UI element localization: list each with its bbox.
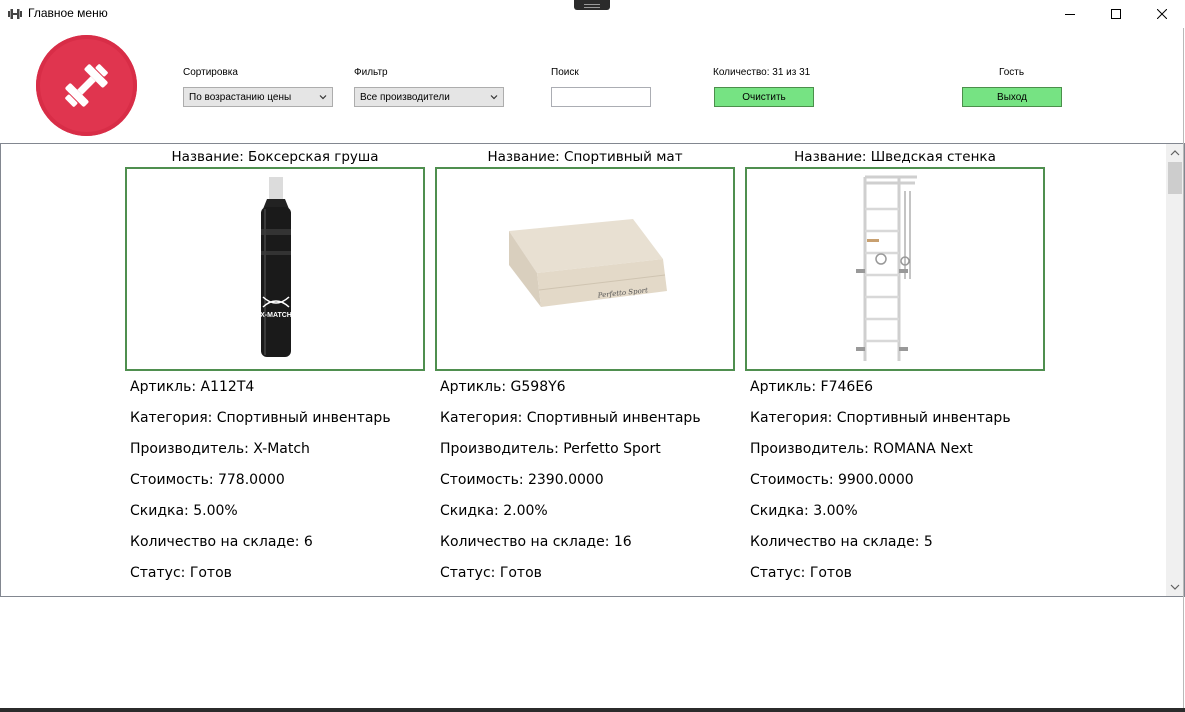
dumbbell-logo-icon xyxy=(65,64,108,107)
product-name: Название: Шведская стенка xyxy=(794,149,996,165)
product-discount: Скидка: 3.00% xyxy=(750,503,858,519)
sort-combobox[interactable]: По возрастанию цены xyxy=(183,87,333,107)
product-image: Perfetto Sport xyxy=(435,167,735,371)
product-status: Статус: Готов xyxy=(130,565,232,581)
product-manufacturer: Производитель: X-Match xyxy=(130,441,310,457)
product-name: Название: Спортивный мат xyxy=(487,149,683,165)
window-title: Главное меню xyxy=(28,6,108,20)
product-article: Артикль: А112Т4 xyxy=(130,379,255,395)
sport-mat-image: Perfetto Sport xyxy=(509,219,667,307)
chevron-down-icon xyxy=(490,95,498,100)
product-image xyxy=(745,167,1045,371)
maximize-icon xyxy=(1111,9,1121,19)
minimize-button[interactable] xyxy=(1047,0,1093,28)
product-name: Название: Боксерская груша xyxy=(171,149,379,165)
chevron-up-icon[interactable] xyxy=(1170,148,1180,158)
exit-button[interactable]: Выход xyxy=(962,87,1062,107)
app-logo xyxy=(36,35,137,136)
close-icon xyxy=(1157,9,1167,19)
vertical-scrollbar[interactable] xyxy=(1166,144,1184,596)
title-grip-handle[interactable] xyxy=(574,0,610,10)
search-input[interactable] xyxy=(551,87,651,107)
product-article: Артикль: G598Y6 xyxy=(440,379,566,395)
punching-bag-image: X-MATCH xyxy=(260,177,292,357)
chevron-down-icon[interactable] xyxy=(1170,582,1180,592)
filter-label: Фильтр xyxy=(354,67,388,78)
product-category: Категория: Спортивный инвентарь xyxy=(130,410,391,426)
product-article: Артикль: F746E6 xyxy=(750,379,874,395)
chevron-down-icon xyxy=(319,95,327,100)
minimize-icon xyxy=(1065,14,1075,15)
product-stock: Количество на складе: 6 xyxy=(130,534,313,550)
product-category: Категория: Спортивный инвентарь xyxy=(440,410,701,426)
user-role-label: Гость xyxy=(999,67,1025,78)
scrollbar-thumb[interactable] xyxy=(1168,162,1182,194)
dumbbell-icon xyxy=(8,9,22,19)
product-list[interactable]: Название: Боксерская груша X-MATCH Артик… xyxy=(0,143,1185,597)
filter-combobox[interactable]: Все производители xyxy=(354,87,504,107)
taskbar-edge xyxy=(0,708,1185,712)
close-button[interactable] xyxy=(1139,0,1185,28)
clear-button[interactable]: Очистить xyxy=(714,87,814,107)
product-price: Стоимость: 778.0000 xyxy=(130,472,285,488)
product-price: Стоимость: 9900.0000 xyxy=(750,472,914,488)
product-image: X-MATCH xyxy=(125,167,425,371)
product-discount: Скидка: 5.00% xyxy=(130,503,238,519)
bag-brand-text: X-MATCH xyxy=(260,312,292,319)
product-price: Стоимость: 2390.0000 xyxy=(440,472,604,488)
wall-bars-image xyxy=(856,175,917,361)
sort-label: Сортировка xyxy=(183,67,238,78)
sort-selected-value: По возрастанию цены xyxy=(189,91,292,103)
product-manufacturer: Производитель: Perfetto Sport xyxy=(440,441,661,457)
product-status: Статус: Готов xyxy=(440,565,542,581)
count-label: Количество: 31 из 31 xyxy=(713,67,811,78)
product-stock: Количество на складе: 16 xyxy=(440,534,632,550)
product-stock: Количество на складе: 5 xyxy=(750,534,933,550)
product-manufacturer: Производитель: ROMANA Next xyxy=(750,441,973,457)
filter-selected-value: Все производители xyxy=(360,91,450,103)
product-discount: Скидка: 2.00% xyxy=(440,503,548,519)
maximize-button[interactable] xyxy=(1093,0,1139,28)
title-bar[interactable]: Главное меню xyxy=(0,0,1185,28)
product-status: Статус: Готов xyxy=(750,565,852,581)
search-label: Поиск xyxy=(551,67,579,78)
window-border xyxy=(1183,28,1184,708)
product-category: Категория: Спортивный инвентарь xyxy=(750,410,1011,426)
